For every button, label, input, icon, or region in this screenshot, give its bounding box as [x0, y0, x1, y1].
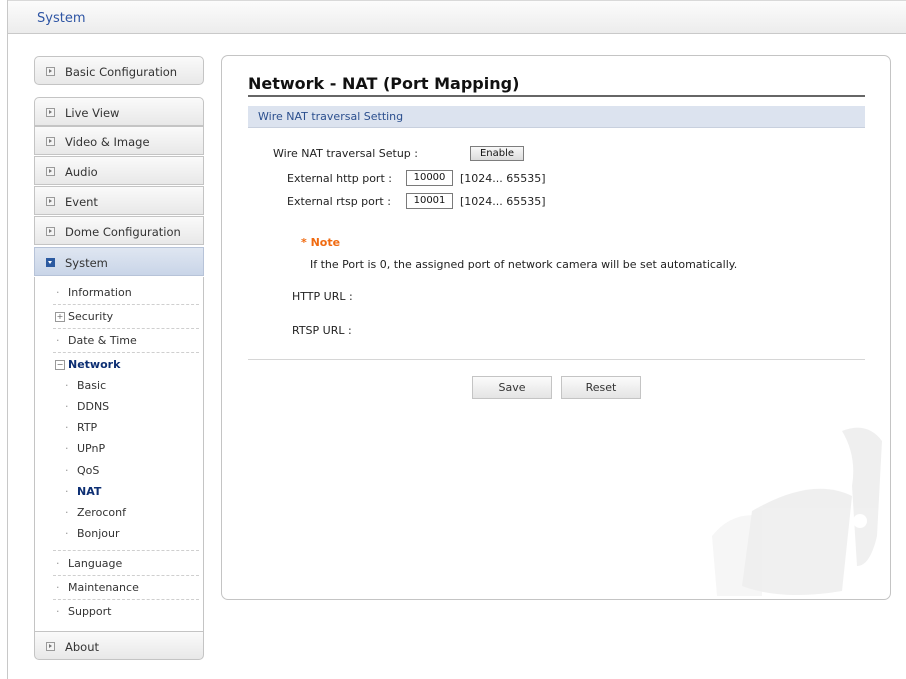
rtsp-port-range: [1024... 65535]: [460, 195, 546, 208]
arrow-right-icon: [46, 108, 55, 117]
system-submenu: · Information + Security · Date & Time −…: [34, 277, 204, 631]
bullet-icon: ·: [65, 464, 69, 477]
divider: [53, 328, 199, 329]
bullet-icon: ·: [65, 421, 69, 434]
arrow-down-icon: [46, 258, 55, 267]
content-panel: Network - NAT (Port Mapping) Wire NAT tr…: [221, 55, 891, 600]
bullet-icon: ·: [65, 485, 69, 498]
reset-button[interactable]: Reset: [561, 376, 641, 399]
nav-video-image[interactable]: Video & Image: [34, 126, 204, 155]
http-url-label: HTTP URL :: [292, 290, 353, 303]
sidebar-item-label: Date & Time: [68, 334, 137, 347]
nav-audio[interactable]: Audio: [34, 156, 204, 185]
section-header: Wire NAT traversal Setting: [248, 106, 865, 128]
header-title: System: [37, 11, 86, 26]
divider: [248, 359, 865, 360]
sidebar-item-label: DDNS: [77, 400, 110, 413]
enable-button[interactable]: Enable: [470, 146, 524, 161]
nav-about[interactable]: About: [34, 631, 204, 660]
nav-dome-configuration[interactable]: Dome Configuration: [34, 216, 204, 245]
sidebar-item-label: Support: [68, 605, 112, 618]
sidebar-item-label: Bonjour: [77, 527, 120, 540]
sidebar-item-label: RTP: [77, 421, 98, 434]
nav-label: Video & Image: [65, 135, 150, 149]
sidebar-item-label: Basic: [77, 379, 107, 392]
divider: [53, 550, 199, 551]
bullet-icon: ·: [56, 581, 60, 594]
sidebar-item-label: Information: [68, 286, 132, 299]
divider: [53, 304, 199, 305]
arrow-right-icon: [46, 137, 55, 146]
title-underline: [248, 95, 865, 97]
sidebar-item-label: Security: [68, 310, 114, 323]
bullet-icon: ·: [56, 605, 60, 618]
arrow-right-icon: [46, 227, 55, 236]
bullet-icon: ·: [56, 286, 60, 299]
arrow-right-icon: [46, 67, 55, 76]
nav-label: Dome Configuration: [65, 225, 181, 239]
nav-label: Event: [65, 195, 98, 209]
divider: [53, 352, 199, 353]
nav-basic-configuration[interactable]: Basic Configuration: [34, 56, 204, 85]
sidebar-item-label: Language: [68, 557, 123, 570]
nav-label: System: [65, 256, 108, 270]
sidebar-item-label: NAT: [77, 485, 102, 498]
divider: [53, 575, 199, 576]
nav-system[interactable]: System: [34, 247, 204, 276]
http-port-label: External http port :: [287, 172, 392, 185]
bullet-icon: ·: [65, 527, 69, 540]
nav-live-view[interactable]: Live View: [34, 97, 204, 126]
watermark-graphic: [712, 427, 882, 596]
sidebar-item-label: UPnP: [77, 442, 106, 455]
bullet-icon: ·: [56, 334, 60, 347]
http-port-range: [1024... 65535]: [460, 172, 546, 185]
bullet-icon: ·: [65, 400, 69, 413]
bullet-icon: ·: [65, 379, 69, 392]
sidebar-item-label: Zeroconf: [77, 506, 126, 519]
note-title: * Note: [301, 236, 341, 249]
save-button[interactable]: Save: [472, 376, 552, 399]
bullet-icon: ·: [56, 557, 60, 570]
section-title: Wire NAT traversal Setting: [258, 110, 404, 123]
page-title: Network - NAT (Port Mapping): [248, 74, 520, 93]
rtsp-url-label: RTSP URL :: [292, 324, 352, 337]
nav-label: Audio: [65, 165, 98, 179]
sidebar-item-label: QoS: [77, 464, 100, 477]
expand-icon[interactable]: +: [55, 312, 65, 322]
http-port-input[interactable]: 10000: [406, 170, 453, 186]
nav-label: Basic Configuration: [65, 65, 178, 79]
nav-event[interactable]: Event: [34, 186, 204, 215]
bullet-icon: ·: [65, 442, 69, 455]
divider: [53, 599, 199, 600]
collapse-icon[interactable]: −: [55, 360, 65, 370]
arrow-right-icon: [46, 197, 55, 206]
sidebar-item-label: Network: [68, 358, 121, 371]
arrow-right-icon: [46, 642, 55, 651]
bullet-icon: ·: [65, 506, 69, 519]
arrow-right-icon: [46, 167, 55, 176]
note-text: If the Port is 0, the assigned port of n…: [310, 258, 738, 271]
nav-label: About: [65, 640, 100, 654]
nav-label: Live View: [65, 106, 120, 120]
setup-label: Wire NAT traversal Setup :: [273, 147, 418, 160]
rtsp-port-label: External rtsp port :: [287, 195, 391, 208]
top-header-bar: System: [8, 0, 906, 34]
rtsp-port-input[interactable]: 10001: [406, 193, 453, 209]
sidebar-item-label: Maintenance: [68, 581, 139, 594]
